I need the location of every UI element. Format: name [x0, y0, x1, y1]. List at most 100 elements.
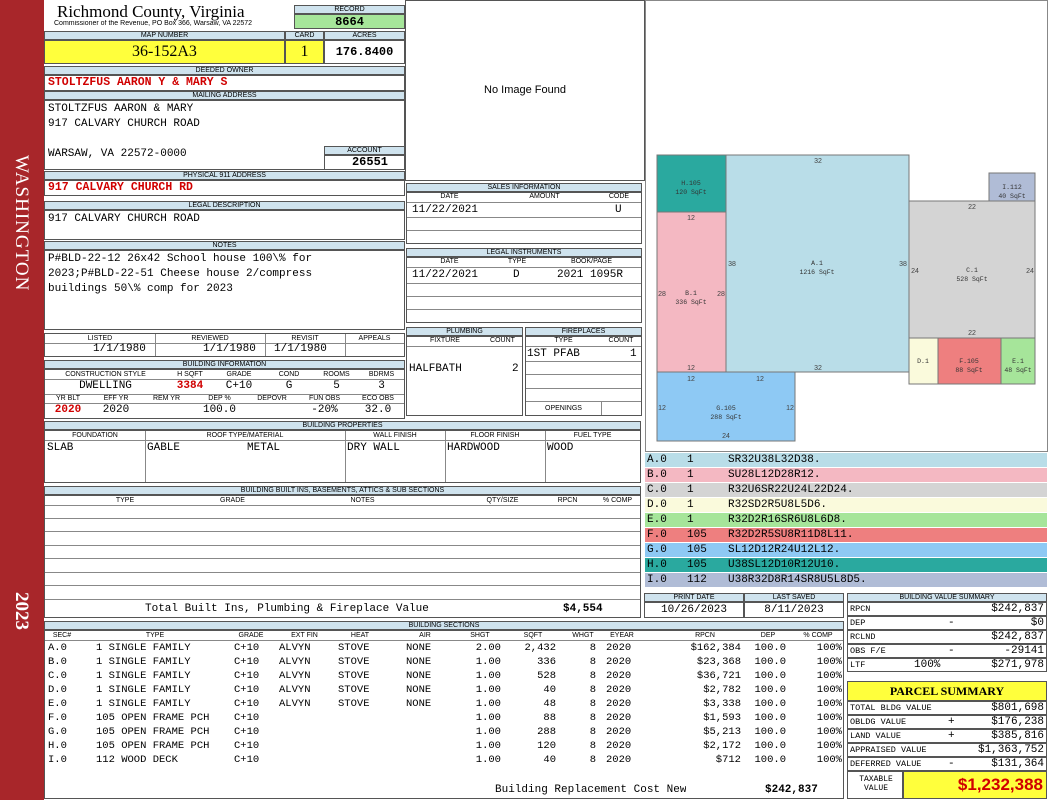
bp-col-floor: FLOOR FINISH — [470, 432, 520, 439]
bi-yrblt: 2020 — [54, 404, 82, 416]
bs-col: AIR — [419, 632, 431, 639]
bu-col-qty: QTY/SIZE — [486, 497, 519, 504]
sketch-label-g: G.105 — [716, 405, 736, 412]
li-col-date: DATE — [440, 258, 459, 265]
section-cell: 100% — [816, 698, 842, 710]
builtins-box: TYPE GRADE NOTES QTY/SIZE RPCN % COMP To… — [44, 495, 641, 618]
sketch-code-sec: D.0 — [647, 499, 667, 511]
parcel-row: LAND VALUE + $385,816 — [847, 729, 1047, 743]
mailing-line: STOLTZFUS AARON & MARY — [48, 103, 194, 115]
section-cell: C+10 — [234, 656, 260, 668]
bs-col: SHGT — [470, 632, 490, 639]
section-cell: 100% — [816, 656, 842, 668]
bi-grade: C+10 — [225, 380, 253, 392]
bi-rooms: 5 — [333, 380, 340, 392]
legal-instruments-box: DATE TYPE BOOK/PAGE 11/22/2021 D 2021 10… — [406, 257, 642, 323]
section-cell: 100.0 — [754, 656, 786, 668]
section-cell: ALVYN — [279, 642, 311, 654]
sketch-code-n: 1 — [687, 469, 694, 481]
parcel-row: OBLDG VALUE + $176,238 — [847, 715, 1047, 729]
bi-col-cond: COND — [278, 371, 300, 378]
building-sections-label: BUILDING SECTIONS — [44, 621, 844, 630]
sketch-code-n: 112 — [687, 574, 707, 586]
plumb-col-count: COUNT — [490, 337, 515, 344]
section-cell: 2020 — [606, 670, 632, 682]
legal-description-label: LEGAL DESCRIPTION — [44, 201, 405, 210]
section-cell: 2020 — [606, 656, 632, 668]
bs-col: RPCN — [695, 632, 715, 639]
bi-col-rooms: ROOMS — [323, 371, 350, 378]
section-cell: 8 — [589, 712, 596, 724]
bi-col-yrblt: YR BLT — [56, 395, 80, 402]
dim-label: 38 — [728, 261, 736, 268]
section-cell: B.0 — [48, 656, 67, 668]
section-cell: 2020 — [606, 726, 632, 738]
dim-label: 24 — [911, 268, 919, 275]
section-cell: G.0 — [48, 726, 67, 738]
page-title: Richmond County, Virginia — [57, 2, 245, 21]
bi-cond: G — [285, 380, 293, 392]
section-cell: ALVYN — [279, 670, 311, 682]
sketch-panel: H.105 120 SqFt A.1 1216 SqFt I.112 40 Sq… — [645, 0, 1048, 452]
acres-label: ACRES — [324, 31, 405, 40]
parcel-row: TOTAL BLDG VALUE $801,698 — [847, 701, 1047, 715]
section-cell: STOVE — [338, 698, 370, 710]
section-cell: 100.0 — [754, 684, 786, 696]
bi-col-style: CONSTRUCTION STYLE — [65, 371, 146, 378]
section-cell: 100% — [816, 712, 842, 724]
section-cell: NONE — [406, 656, 432, 668]
dim-label: 32 — [814, 365, 822, 372]
bi-funobs: -20% — [311, 404, 338, 416]
sketch-code: SR32U38L32D38. — [728, 454, 821, 466]
notes-line: 2023;P#BLD-22-51 Cheese house 2/compress — [48, 268, 313, 280]
section-cell: 1.00 — [475, 684, 501, 696]
last-saved-label: LAST SAVED — [744, 593, 844, 602]
section-cell: E.0 — [48, 698, 67, 710]
section-cell: 100% — [816, 740, 842, 752]
building-properties-label: BUILDING PROPERTIES — [44, 421, 641, 430]
sketch-code-row: I.0 112 U38R32D8R14SR8U5L8D5. — [645, 573, 1047, 588]
bs-col: SQFT — [523, 632, 543, 639]
replacement-cost-label: Building Replacement Cost New — [495, 784, 687, 796]
bvs-row: DEP - $0 — [847, 616, 1047, 630]
account-label: ACCOUNT — [324, 146, 405, 155]
plumbing-box: FIXTURE COUNT HALFBATH 2 — [406, 336, 523, 416]
section-cell: C+10 — [234, 642, 260, 654]
section-cell: 100% — [816, 726, 842, 738]
sketch-sqft-c: 528 SqFt — [956, 276, 987, 283]
bs-col: SEC# — [52, 632, 72, 639]
builtins-total-label: Total Built Ins, Plumbing & Fireplace Va… — [145, 603, 429, 615]
sketch-sqft-g: 288 SqFt — [710, 414, 741, 421]
sketch-code: R32SD2R5U8L5D6. — [728, 499, 828, 511]
bp-col-foundation: FOUNDATION — [72, 432, 118, 439]
section-cell: ALVYN — [279, 656, 311, 668]
section-cell: 8 — [589, 670, 596, 682]
sketch-code-n: 105 — [687, 559, 707, 571]
builtins-label: BUILDING BUILT INS, BASEMENTS, ATTICS & … — [44, 486, 641, 495]
bs-col: EXT FIN — [291, 632, 318, 639]
section-cell: C+10 — [234, 712, 260, 724]
appeals-label: APPEALS — [358, 335, 391, 342]
sketch-code-n: 1 — [687, 484, 694, 496]
section-cell: 1 SINGLE FAMILY — [96, 656, 191, 668]
fp-count: 1 — [630, 348, 637, 360]
sketch-code: SU28L12D28R12. — [728, 469, 821, 481]
legal-description-box: 917 CALVARY CHURCH ROAD — [44, 210, 405, 240]
building-sketch: H.105 120 SqFt A.1 1216 SqFt I.112 40 Sq… — [656, 154, 1036, 442]
bp-foundation: SLAB — [47, 442, 74, 454]
section-cell: 1 SINGLE FAMILY — [96, 684, 191, 696]
print-date: 10/26/2023 — [644, 602, 744, 618]
sketch-sqft-a: 1216 SqFt — [799, 269, 834, 276]
section-cell: NONE — [406, 684, 432, 696]
section-cell: 2,432 — [524, 642, 556, 654]
section-cell: 1 SINGLE FAMILY — [96, 698, 191, 710]
bi-col-bdrms: BDRMS — [368, 371, 395, 378]
bp-roof-material: METAL — [247, 442, 281, 454]
bs-col: HEAT — [350, 632, 370, 639]
fp-openings-label: OPENINGS — [545, 405, 582, 412]
section-cell: 8 — [589, 698, 596, 710]
section-cell: 100.0 — [754, 642, 786, 654]
plumb-count: 2 — [512, 363, 519, 375]
sketch-label-a: A.1 — [811, 260, 823, 267]
section-cell: 1 SINGLE FAMILY — [96, 670, 191, 682]
